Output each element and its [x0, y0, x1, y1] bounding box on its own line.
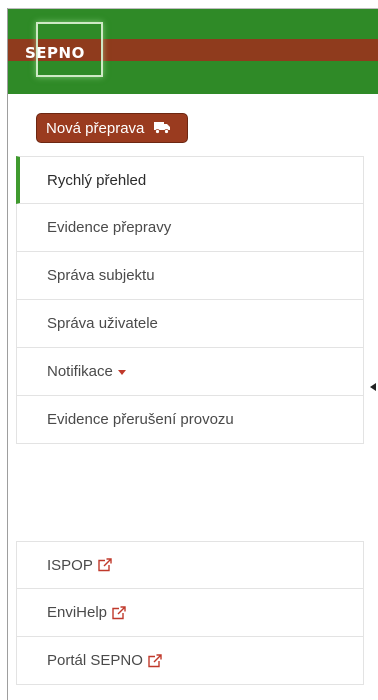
link-ispop[interactable]: ISPOP [16, 541, 364, 589]
link-label: EnviHelp [47, 604, 108, 621]
menu-item-label: Notifikace [47, 363, 113, 380]
menu-item-label: Rychlý přehled [47, 171, 147, 189]
menu-item-notifications[interactable]: Notifikace [16, 348, 364, 396]
external-links-menu: ISPOP EnviHelp Portál SEPNO [16, 541, 364, 685]
new-transport-button[interactable]: Nová přeprava [36, 113, 188, 143]
menu-item-transport-records[interactable]: Evidence přepravy [16, 204, 364, 252]
external-link-icon [97, 558, 112, 572]
link-envihelp[interactable]: EnviHelp [16, 589, 364, 637]
menu-item-subject-management[interactable]: Správa subjektu [16, 252, 364, 300]
menu-item-label: Správa uživatele [47, 315, 158, 332]
logo-text[interactable]: SEPNO [25, 44, 85, 62]
link-label: Portál SEPNO [47, 652, 143, 669]
main-menu: Rychlý přehled Evidence přepravy Správa … [16, 156, 364, 444]
menu-item-label: Správa subjektu [47, 267, 155, 284]
app-header: SEPNO [8, 9, 378, 94]
frame-left-border [7, 8, 8, 700]
caret-left-icon[interactable] [370, 383, 376, 391]
new-transport-label: Nová přeprava [46, 119, 145, 137]
truck-icon [154, 122, 171, 134]
link-label: ISPOP [47, 556, 93, 574]
external-link-icon [147, 653, 162, 668]
menu-item-label: Evidence přepravy [47, 219, 172, 236]
link-portal-sepno[interactable]: Portál SEPNO [16, 637, 364, 685]
menu-item-label: Evidence přerušení provozu [47, 411, 234, 428]
menu-item-user-management[interactable]: Správa uživatele [16, 300, 364, 348]
menu-item-quick-overview[interactable]: Rychlý přehled [16, 156, 364, 204]
external-link-icon [111, 605, 126, 620]
menu-item-operation-interruptions[interactable]: Evidence přerušení provozu [16, 396, 364, 444]
chevron-down-icon [117, 370, 126, 375]
